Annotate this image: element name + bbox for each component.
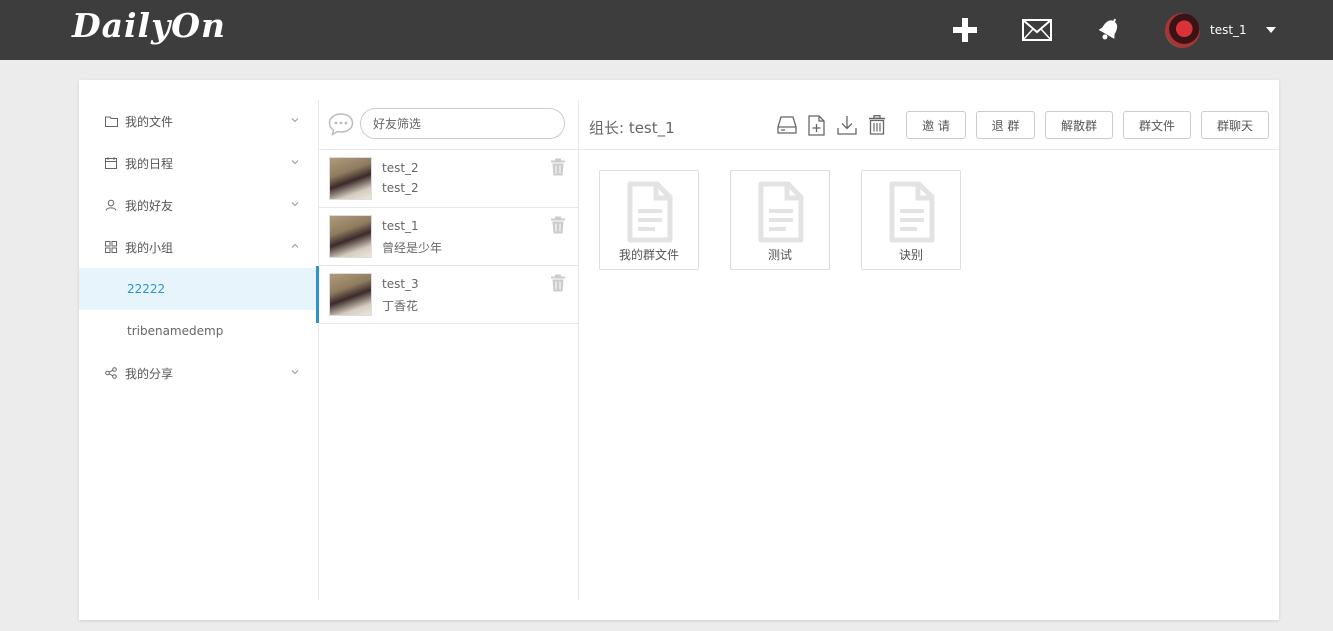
chevron-up-icon [291,243,299,248]
friend-filter-input[interactable] [360,108,565,139]
friend-message: test_2 [382,181,419,195]
sidebar: 我的文件 我的日程 我的好友 我的小组 22222 tribenamedemp [79,100,318,394]
avatar [329,273,372,316]
chevron-down-icon [291,202,299,207]
divider [578,100,579,600]
drive-icon[interactable] [776,114,798,136]
document-icon [758,181,804,243]
app-logo[interactable]: DailyOn [72,6,226,45]
file-name: 测试 [767,248,792,262]
sidebar-item-label: 我的文件 [125,114,174,129]
list-item[interactable]: test_1 曾经是少年 [319,208,578,266]
friend-list: test_2 test_2 test_1 曾经是少年 test_3 丁香花 [316,149,578,324]
plus-icon[interactable] [949,14,981,46]
file-name: 我的群文件 [618,248,679,262]
sidebar-item-schedule[interactable]: 我的日程 [79,142,318,184]
friend-message: 曾经是少年 [382,241,443,255]
delete-icon[interactable] [866,114,888,136]
sidebar-item-files[interactable]: 我的文件 [79,100,318,142]
document-icon [627,181,673,243]
avatar [329,215,372,258]
mail-icon[interactable] [1021,14,1053,46]
list-item[interactable]: test_3 丁香花 [316,266,578,324]
calendar-icon [104,156,118,170]
quit-group-button[interactable]: 退 群 [976,111,1035,139]
sidebar-item-label: 我的日程 [125,156,174,171]
main-card: 我的文件 我的日程 我的好友 我的小组 22222 tribenamedemp [79,80,1279,620]
friend-name: test_3 [382,277,419,291]
group-icon [104,240,118,254]
group-chat-button[interactable]: 群聊天 [1201,111,1269,139]
list-item[interactable]: test_2 test_2 [319,150,578,208]
sidebar-item-groups[interactable]: 我的小组 [79,226,318,268]
caret-down-icon[interactable] [1266,27,1276,33]
friend-message: 丁香花 [382,299,419,313]
dissolve-group-button[interactable]: 解散群 [1045,111,1113,139]
share-icon [104,366,118,380]
file-name: 诀别 [898,248,923,262]
user-name[interactable]: test_1 [1210,23,1247,37]
sidebar-item-share[interactable]: 我的分享 [79,352,318,394]
chevron-down-icon [291,118,299,123]
top-bar: DailyOn test_1 [0,0,1333,60]
file-card[interactable]: 诀别 [861,170,961,270]
file-card[interactable]: 测试 [730,170,830,270]
friend-name: test_1 [382,219,419,233]
folder-icon [104,114,118,128]
avatar[interactable] [1165,13,1200,48]
group-leader-label: 组长: test_1 [589,119,675,137]
avatar [329,157,372,200]
divider [579,149,1279,150]
friend-name: test_2 [382,161,419,175]
sidebar-item-label: 我的好友 [125,198,174,213]
file-card[interactable]: 我的群文件 [599,170,699,270]
person-icon [104,198,118,212]
group-files-button[interactable]: 群文件 [1123,111,1191,139]
bell-icon[interactable] [1093,14,1125,46]
trash-icon[interactable] [550,274,566,292]
chevron-down-icon [291,160,299,165]
sidebar-subitem-22222[interactable]: 22222 [79,268,318,310]
invite-button[interactable]: 邀 请 [906,111,966,139]
new-file-icon[interactable] [806,114,828,136]
chat-bubble-icon [328,113,354,136]
sidebar-item-label: 我的分享 [125,366,174,381]
trash-icon[interactable] [550,158,566,176]
sidebar-subitem-tribenamedemp[interactable]: tribenamedemp [79,310,318,352]
download-icon[interactable] [836,114,858,136]
trash-icon[interactable] [550,216,566,234]
sidebar-item-friends[interactable]: 我的好友 [79,184,318,226]
document-icon [889,181,935,243]
sidebar-item-label: 我的小组 [125,240,174,255]
chevron-down-icon [291,370,299,375]
